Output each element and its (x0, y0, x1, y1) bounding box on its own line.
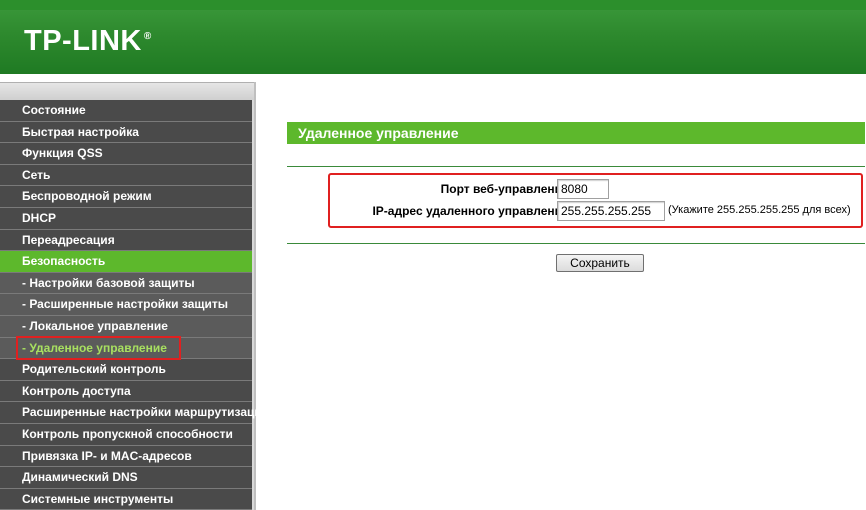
sidebar-item-dhcp[interactable]: DHCP (0, 207, 252, 230)
main-content: Удаленное управление Порт веб-управления… (258, 82, 866, 510)
sidebar-item-network[interactable]: Сеть (0, 164, 252, 187)
sidebar-item-remote-management[interactable]: - Удаленное управление (0, 335, 252, 360)
port-label: Порт веб-управления: (440, 182, 573, 196)
sidebar-item-remote-management-label: - Удаленное управление (16, 335, 181, 360)
logo-text: TP-LINK (24, 25, 142, 57)
sidebar-item-advanced-routing[interactable]: Расширенные настройки маршрутизации (0, 402, 269, 424)
sidebar-item-basic-security[interactable]: - Настройки базовой защиты (0, 272, 252, 295)
sidebar-item-access-control[interactable]: Контроль доступа (0, 380, 252, 403)
registered-mark: ® (143, 31, 152, 43)
sidebar-menu: Состояние Быстрая настройка Функция QSS … (0, 82, 269, 510)
ip-label: IP-адрес удаленного управления: (372, 204, 573, 218)
sidebar-item-status[interactable]: Состояние (0, 100, 252, 122)
ip-input[interactable] (557, 201, 665, 221)
ip-hint: (Укажите 255.255.255.255 для всех) (668, 204, 851, 216)
sidebar-item-dynamic-dns[interactable]: Динамический DNS (0, 467, 252, 489)
divider-bottom (287, 243, 865, 244)
remote-management-form: Порт веб-управления: IP-адрес удаленного… (328, 173, 863, 228)
sidebar-item-qss[interactable]: Функция QSS (0, 143, 252, 165)
tp-link-logo: TP-LINK ® (24, 25, 152, 58)
header-bar: TP-LINK ® (0, 0, 866, 78)
header-stripe (0, 0, 866, 10)
sidebar-item-system-tools[interactable]: Системные инструменты (0, 488, 252, 510)
sidebar-item-security[interactable]: Безопасность (0, 251, 252, 273)
sidebar-item-advanced-security[interactable]: - Расширенные настройки защиты (0, 294, 252, 316)
page-title: Удаленное управление (287, 122, 865, 144)
sidebar-item-forwarding[interactable]: Переадресация (0, 229, 252, 252)
sidebar-item-bandwidth-control[interactable]: Контроль пропускной способности (0, 423, 252, 446)
divider-top (287, 166, 865, 167)
sidebar-item-quick-setup[interactable]: Быстрая настройка (0, 121, 252, 144)
save-button[interactable]: Сохранить (556, 254, 644, 272)
sidebar-cap (0, 82, 254, 100)
sidebar-item-wireless[interactable]: Беспроводной режим (0, 186, 252, 208)
port-row: Порт веб-управления: (330, 179, 861, 201)
sidebar-item-ip-mac-binding[interactable]: Привязка IP- и MAC-адресов (0, 445, 252, 468)
sidebar-item-local-management[interactable]: - Локальное управление (0, 315, 252, 338)
sidebar-item-parental-control[interactable]: Родительский контроль (0, 359, 252, 381)
port-input[interactable] (557, 179, 609, 199)
ip-row: IP-адрес удаленного управления: (Укажите… (330, 201, 861, 223)
